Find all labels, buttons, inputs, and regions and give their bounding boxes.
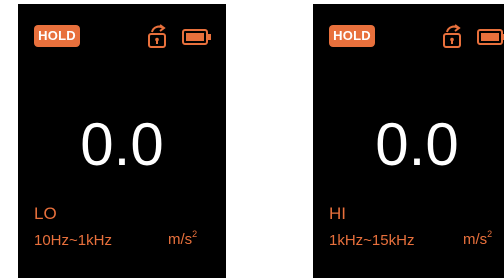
band-label: HI [329,204,346,223]
unit-exponent: 2 [487,229,493,239]
frequency-range: 10Hz~1kHz [34,232,112,249]
rotate-lock-icon [443,24,461,48]
band-label: LO [34,204,57,223]
unit-label: m/s2 [168,230,197,250]
device-screens: HOLD 0.0 LO 10Hz~1kHz m/s2 HOLD 0.0 HI 1… [0,0,504,278]
screen-hi: HOLD 0.0 HI 1kHz~15kHz m/s2 [313,4,504,278]
rotate-lock-icon [148,24,166,48]
unit-exponent: 2 [192,229,198,239]
frequency-range: 1kHz~15kHz [329,232,415,249]
hold-badge[interactable]: HOLD [34,25,80,47]
unit-base: m/s [463,231,488,248]
screen-lo: HOLD 0.0 LO 10Hz~1kHz m/s2 [18,4,226,278]
battery-icon [182,29,211,45]
battery-icon [477,29,504,45]
unit-base: m/s [168,231,193,248]
unit-label: m/s2 [463,230,492,250]
measurement-reading: 0.0 [80,111,164,178]
measurement-reading: 0.0 [375,111,459,178]
hold-badge[interactable]: HOLD [329,25,375,47]
